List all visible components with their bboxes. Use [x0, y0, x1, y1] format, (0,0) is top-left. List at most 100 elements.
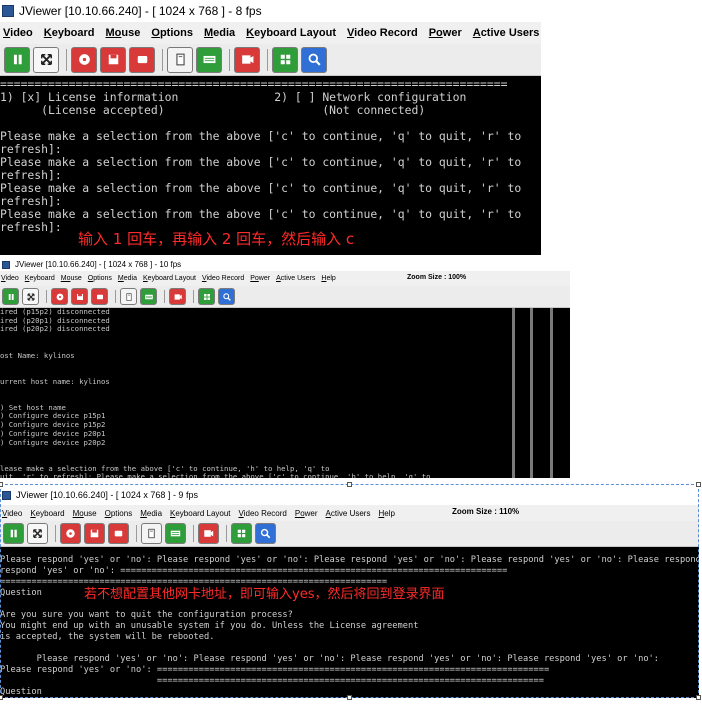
menu-options[interactable]: Options	[88, 275, 112, 282]
menu-bar: Video Keyboard Mouse Options Media Keyboard L…	[0, 22, 541, 44]
zoom-search-icon[interactable]	[255, 523, 276, 544]
jviewer-app-icon	[2, 490, 11, 500]
jviewer-window-2: JViewer [10.10.66.240] - [ 1024 x 768 ] …	[0, 258, 570, 478]
window-title: JViewer [10.10.66.240] - [ 1024 x 768 ] …	[15, 260, 182, 269]
menu-keyboard[interactable]: Keyboard	[30, 509, 64, 518]
menu-media[interactable]: Media	[204, 27, 235, 39]
fullscreen-icon[interactable]	[22, 288, 39, 305]
console-output: Please respond 'yes' or 'no': Please res…	[0, 555, 699, 697]
console-scroll-rail	[512, 308, 515, 478]
fullscreen-icon[interactable]	[27, 523, 48, 544]
menu-keyboard-layout[interactable]: Keyboard Layout	[170, 509, 231, 518]
menu-help[interactable]: Help	[378, 509, 394, 518]
harddisk-media-icon[interactable]	[108, 523, 129, 544]
menu-bar: Video Keyboard Mouse Options Media Keyboard L…	[0, 505, 699, 521]
soft-keyboard-icon[interactable]	[140, 288, 157, 305]
pause-icon[interactable]	[4, 46, 30, 73]
menu-options[interactable]: Options	[151, 27, 193, 39]
toolbar	[0, 44, 541, 76]
soft-keyboard-icon[interactable]	[196, 46, 222, 73]
menu-video-record[interactable]: Video Record	[347, 27, 418, 39]
toolbar-separator	[267, 48, 268, 71]
remote-console-screen[interactable]: ========================================…	[0, 76, 541, 255]
soft-keyboard-icon[interactable]	[165, 523, 186, 544]
jviewer-app-icon	[2, 5, 14, 17]
floppy-media-icon[interactable]	[71, 288, 88, 305]
window-title: JViewer [10.10.66.240] - [ 1024 x 768 ] …	[19, 4, 262, 18]
floppy-media-icon[interactable]	[100, 46, 126, 73]
menu-mouse[interactable]: Mouse	[73, 509, 97, 518]
toolbar-separator	[193, 290, 194, 303]
menu-keyboard[interactable]: Keyboard	[25, 275, 55, 282]
fullscreen-icon[interactable]	[33, 46, 59, 73]
menu-keyboard[interactable]: Keyboard	[44, 27, 95, 39]
menu-active-users[interactable]: Active Users	[326, 509, 371, 518]
toolbar-separator	[136, 525, 137, 542]
toolbar-separator	[229, 48, 230, 71]
menu-keyboard-layout[interactable]: Keyboard Layout	[143, 275, 196, 282]
cd-media-icon[interactable]	[71, 46, 97, 73]
jviewer-window-3: JViewer [10.10.66.240] - [ 1024 x 768 ] …	[0, 485, 699, 698]
toolbar-separator	[193, 525, 194, 542]
harddisk-media-icon[interactable]	[91, 288, 108, 305]
instruction-annotation: 输入 1 回车，再输入 2 回车，然后输入 c	[78, 230, 355, 248]
menu-video-record[interactable]: Video Record	[202, 275, 244, 282]
console-scroll-rail	[550, 308, 553, 478]
zoom-search-icon[interactable]	[218, 288, 235, 305]
keyboard-lock-icon[interactable]	[167, 46, 193, 73]
power-icon[interactable]	[198, 288, 215, 305]
console-output: ired (p15p2) disconnected ired (p20p1) d…	[0, 308, 431, 478]
menu-power[interactable]: Power	[429, 27, 462, 39]
video-record-icon[interactable]	[169, 288, 186, 305]
remote-console-screen[interactable]: ired (p15p2) disconnected ired (p20p1) d…	[0, 308, 570, 478]
menu-active-users[interactable]: Active Users	[473, 27, 540, 39]
menu-help[interactable]: Help	[321, 275, 335, 282]
window-title-bar: JViewer [10.10.66.240] - [ 1024 x 768 ] …	[0, 258, 570, 271]
power-icon[interactable]	[231, 523, 252, 544]
zoom-search-icon[interactable]	[301, 46, 327, 73]
floppy-media-icon[interactable]	[84, 523, 105, 544]
menu-video[interactable]: Video	[2, 509, 22, 518]
menu-mouse[interactable]: Mouse	[61, 275, 82, 282]
window-title-bar: JViewer [10.10.66.240] - [ 1024 x 768 ] …	[0, 0, 541, 22]
keyboard-lock-icon[interactable]	[120, 288, 137, 305]
menu-options[interactable]: Options	[105, 509, 133, 518]
pause-icon[interactable]	[2, 288, 19, 305]
menu-video-record[interactable]: Video Record	[239, 509, 287, 518]
window-title: JViewer [10.10.66.240] - [ 1024 x 768 ] …	[16, 490, 198, 500]
zoom-size-label: Zoom Size : 100%	[407, 274, 467, 281]
window-title-bar: JViewer [10.10.66.240] - [ 1024 x 768 ] …	[0, 485, 699, 505]
toolbar	[0, 286, 570, 308]
menu-active-users[interactable]: Active Users	[276, 275, 315, 282]
toolbar-separator	[46, 290, 47, 303]
pause-icon[interactable]	[3, 523, 24, 544]
video-record-icon[interactable]	[198, 523, 219, 544]
toolbar-separator	[66, 48, 67, 71]
zoom-size-label: Zoom Size : 110%	[452, 507, 520, 516]
toolbar	[0, 521, 699, 547]
remote-console-screen[interactable]: Please respond 'yes' or 'no': Please res…	[0, 547, 699, 698]
menu-video[interactable]: Video	[1, 275, 19, 282]
jviewer-app-icon	[2, 260, 10, 269]
menu-mouse[interactable]: Mouse	[106, 27, 141, 39]
cd-media-icon[interactable]	[60, 523, 81, 544]
cd-media-icon[interactable]	[51, 288, 68, 305]
jviewer-window-1: JViewer [10.10.66.240] - [ 1024 x 768 ] …	[0, 0, 541, 255]
menu-video[interactable]: Video	[3, 27, 33, 39]
keyboard-lock-icon[interactable]	[141, 523, 162, 544]
instruction-annotation: 若不想配置其他网卡地址，即可输入yes，然后将回到登录界面	[84, 587, 445, 602]
toolbar-separator	[162, 48, 163, 71]
menu-bar: Video Keyboard Mouse Options Media Keyboard L…	[0, 271, 570, 286]
menu-media[interactable]: Media	[118, 275, 137, 282]
menu-media[interactable]: Media	[140, 509, 162, 518]
menu-power[interactable]: Power	[250, 275, 270, 282]
console-output: ========================================…	[0, 77, 522, 234]
toolbar-separator	[226, 525, 227, 542]
toolbar-separator	[115, 290, 116, 303]
toolbar-separator	[164, 290, 165, 303]
menu-power[interactable]: Power	[295, 509, 318, 518]
menu-keyboard-layout[interactable]: Keyboard Layout	[246, 27, 336, 39]
power-icon[interactable]	[272, 46, 298, 73]
harddisk-media-icon[interactable]	[129, 46, 155, 73]
video-record-icon[interactable]	[234, 46, 260, 73]
